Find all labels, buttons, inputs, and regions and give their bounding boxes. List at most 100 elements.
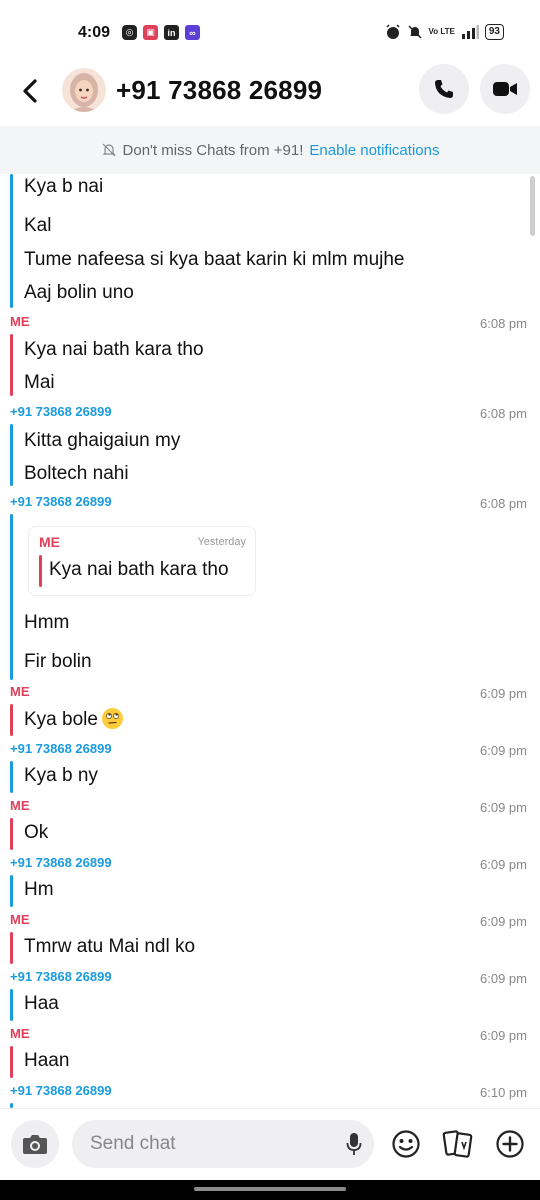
status-bar: 4:09 ◎ ▣ in ∞ Vo LTE 93 <box>0 0 540 68</box>
message-time: 6:09 pm <box>480 914 527 929</box>
notification-icons: ◎ ▣ in ∞ <box>122 25 200 40</box>
message-with-emoji[interactable]: Kya bole <box>24 708 123 731</box>
chat-composer <box>0 1108 540 1180</box>
system-nav-bar <box>0 1180 540 1200</box>
sender-label: +91 73868 26899 <box>10 855 112 870</box>
smiley-icon <box>392 1130 420 1158</box>
message-group-bar <box>10 174 13 308</box>
message-text[interactable]: Mai <box>24 372 55 394</box>
message-text[interactable]: Kya nai bath kara tho <box>24 339 204 361</box>
message-text[interactable]: Tume nafeesa si kya baat karin ki mlm mu… <box>24 249 405 271</box>
message-time: 6:10 pm <box>480 1085 527 1100</box>
sender-label: +91 73868 26899 <box>10 404 112 419</box>
message-time: 6:09 pm <box>480 1028 527 1043</box>
alarm-icon <box>385 24 400 39</box>
sender-label: ME <box>10 684 30 699</box>
bell-off-icon <box>102 143 115 157</box>
microphone-icon[interactable] <box>346 1132 362 1156</box>
camera-button[interactable] <box>11 1120 59 1168</box>
chat-scrollbar[interactable] <box>530 176 535 236</box>
message-time: 6:09 pm <box>480 743 527 758</box>
message-text[interactable]: Hm <box>24 879 54 901</box>
message-group-bar <box>10 818 13 850</box>
contact-name[interactable]: +91 73868 26899 <box>116 75 322 106</box>
send-chat-input[interactable] <box>90 1120 330 1168</box>
message-time: 6:09 pm <box>480 800 527 815</box>
enable-notifications-link[interactable]: Enable notifications <box>309 142 439 159</box>
avatar[interactable] <box>62 68 106 112</box>
message-time: 6:09 pm <box>480 857 527 872</box>
message-group-bar <box>10 761 13 793</box>
message-group-bar <box>10 424 13 486</box>
quote-sender: ME <box>39 534 60 550</box>
instagram-icon: ◎ <box>122 25 137 40</box>
back-button[interactable] <box>18 76 44 106</box>
quote-time: Yesterday <box>197 536 246 548</box>
bitmoji-avatar-icon <box>70 73 98 112</box>
sender-label: ME <box>10 912 30 927</box>
sender-label: +91 73868 26899 <box>10 741 112 756</box>
app-notification-icon: ▣ <box>143 25 158 40</box>
eye-roll-emoji-icon <box>101 708 123 729</box>
message-text[interactable]: Tmrw atu Mai ndl ko <box>24 936 195 958</box>
quote-bar <box>39 555 42 587</box>
system-icons: Vo LTE 93 <box>385 24 504 40</box>
plus-icon <box>496 1130 524 1158</box>
message-group-bar <box>10 989 13 1021</box>
chat-messages[interactable]: Kya b nai Kal Tume nafeesa si kya baat k… <box>0 174 540 1108</box>
message-group-bar <box>10 704 13 736</box>
message-group-bar <box>10 875 13 907</box>
message-group-bar <box>10 1046 13 1078</box>
chat-header: +91 73868 26899 <box>0 62 540 120</box>
send-chat-field[interactable] <box>72 1120 374 1168</box>
chat-app-icon: ∞ <box>185 25 200 40</box>
sender-label: ME <box>10 798 30 813</box>
message-text[interactable]: Boltech nahi <box>24 463 129 485</box>
sender-label: +91 73868 26899 <box>10 1083 112 1098</box>
cards-icon <box>442 1130 473 1158</box>
cards-button[interactable] <box>442 1128 474 1160</box>
voice-call-button[interactable] <box>419 64 469 114</box>
volte-indicator: Vo LTE <box>428 27 455 36</box>
message-time: 6:08 pm <box>480 496 527 511</box>
video-call-button[interactable] <box>480 64 530 114</box>
battery-indicator: 93 <box>484 24 504 40</box>
message-text[interactable]: Kal <box>24 215 51 237</box>
emoji-button[interactable] <box>390 1128 422 1160</box>
sender-label: ME <box>10 1026 30 1041</box>
back-arrow-icon <box>23 79 37 103</box>
message-text[interactable]: Ok <box>24 822 48 844</box>
bell-muted-icon <box>407 25 422 39</box>
message-group-bar <box>10 334 13 396</box>
message-time: 6:09 pm <box>480 686 527 701</box>
message-text[interactable]: Kya b ny <box>24 765 98 787</box>
message-group-bar <box>10 932 13 964</box>
notification-notice: Don't miss Chats from +91! Enable notifi… <box>0 126 540 174</box>
message-text[interactable]: Kya b nai <box>24 176 103 198</box>
signal-icon <box>461 25 479 39</box>
plus-button[interactable] <box>494 1128 526 1160</box>
sender-label: ME <box>10 314 30 329</box>
message-text[interactable]: Hmm <box>24 612 69 634</box>
message-text[interactable]: Fir bolin <box>24 651 92 673</box>
message-time: 6:08 pm <box>480 316 527 331</box>
sender-label: +91 73868 26899 <box>10 494 112 509</box>
message-group-bar <box>10 514 13 680</box>
video-camera-icon <box>493 82 517 96</box>
quote-text: Kya nai bath kara tho <box>49 559 229 580</box>
message-time: 6:09 pm <box>480 971 527 986</box>
quoted-message[interactable]: ME Yesterday Kya nai bath kara tho <box>28 526 256 596</box>
linkedin-icon: in <box>164 25 179 40</box>
notice-text: Don't miss Chats from +91! <box>122 141 304 159</box>
phone-icon <box>435 80 453 98</box>
home-indicator[interactable] <box>194 1187 346 1191</box>
message-text[interactable]: Haan <box>24 1050 69 1072</box>
message-text[interactable]: Haa <box>24 993 59 1015</box>
message-text[interactable]: Aaj bolin uno <box>24 282 134 304</box>
sender-label: +91 73868 26899 <box>10 969 112 984</box>
message-text[interactable]: Kitta ghaigaiun my <box>24 430 180 452</box>
message-text: Kya bole <box>24 709 98 730</box>
status-time: 4:09 <box>78 24 111 41</box>
message-time: 6:08 pm <box>480 406 527 421</box>
camera-icon <box>23 1135 47 1154</box>
